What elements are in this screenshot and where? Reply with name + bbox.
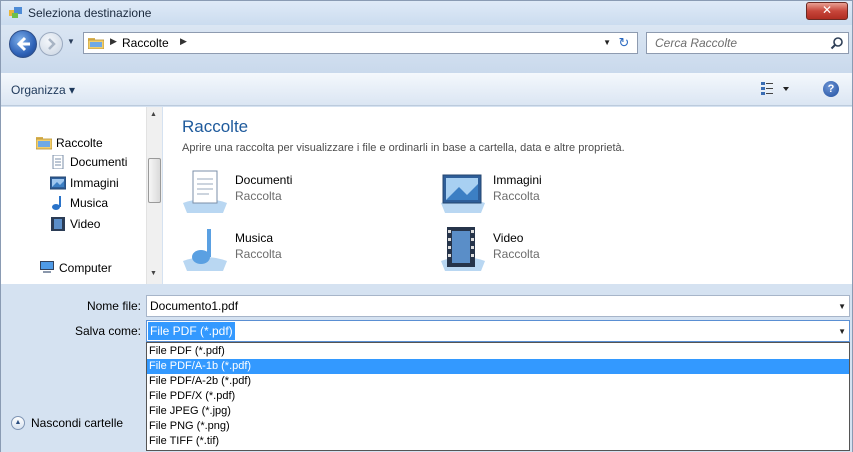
help-icon[interactable]: ? bbox=[823, 81, 839, 97]
filename-label: Nome file: bbox=[86, 299, 141, 313]
sidebar-item-label: Musica bbox=[70, 196, 109, 210]
video-icon bbox=[51, 217, 65, 231]
library-folder-icon bbox=[88, 38, 104, 49]
filename-value: Documento1.pdf bbox=[150, 299, 239, 313]
dropdown-option[interactable]: File JPEG (*.jpg) bbox=[147, 404, 849, 419]
navigation-pane: Raccolte Documenti Immagini Musica Video… bbox=[1, 107, 162, 284]
sidebar-item-musica[interactable]: Musica bbox=[50, 194, 108, 212]
library-type: Raccolta bbox=[493, 189, 540, 203]
collapse-up-icon: ▲ bbox=[11, 416, 25, 430]
dropdown-option-selected[interactable]: File PDF/A-1b (*.pdf) bbox=[147, 359, 849, 374]
dropdown-option[interactable]: File PDF/X (*.pdf) bbox=[147, 389, 849, 404]
savetype-dropdown-icon[interactable]: ▼ bbox=[838, 327, 846, 336]
hide-folders-label: Nascondi cartelle bbox=[31, 416, 124, 430]
dropdown-option[interactable]: File PDF (*.pdf) bbox=[147, 344, 849, 359]
close-button[interactable]: ✕ bbox=[806, 2, 848, 20]
address-bar[interactable]: ▶ Raccolte ▶ ▼ ↻ bbox=[83, 32, 638, 54]
sidebar-item-label: Documenti bbox=[70, 155, 128, 169]
search-icon[interactable] bbox=[830, 36, 844, 50]
library-type: Raccolta bbox=[235, 189, 282, 203]
hide-folders-button[interactable]: ▲ Nascondi cartelle bbox=[11, 416, 123, 430]
documents-library-icon bbox=[183, 170, 227, 213]
title-bar: Seleziona destinazione ✕ bbox=[1, 1, 852, 25]
library-name: Documenti bbox=[235, 173, 293, 187]
back-arrow-icon bbox=[16, 36, 30, 52]
dropdown-option[interactable]: File PDF/A-2b (*.pdf) bbox=[147, 374, 849, 389]
sidebar-item-video[interactable]: Video bbox=[50, 215, 100, 233]
video-library-icon bbox=[441, 227, 485, 271]
forward-arrow-icon bbox=[48, 38, 56, 50]
recent-pages-dropdown-icon[interactable]: ▼ bbox=[67, 37, 75, 46]
breadcrumb-raccolte[interactable]: Raccolte bbox=[122, 36, 169, 50]
search-input[interactable]: Cerca Raccolte bbox=[646, 32, 849, 54]
library-type: Raccolta bbox=[493, 247, 540, 261]
address-dropdown-icon[interactable]: ▼ bbox=[603, 38, 611, 47]
sidebar-scrollbar[interactable]: ▲ ▼ bbox=[146, 107, 162, 284]
search-placeholder: Cerca Raccolte bbox=[655, 36, 738, 50]
breadcrumb-separator-icon[interactable]: ▶ bbox=[180, 36, 187, 47]
breadcrumb-separator-icon[interactable]: ▶ bbox=[110, 36, 117, 47]
scroll-up-icon[interactable]: ▲ bbox=[150, 111, 157, 118]
save-dialog-window: Seleziona destinazione ✕ ▼ ▶ Raccolte ▶ bbox=[0, 0, 853, 452]
app-icon bbox=[9, 7, 22, 18]
forward-button[interactable] bbox=[39, 32, 63, 56]
library-name: Video bbox=[493, 231, 524, 245]
sidebar-item-computer[interactable]: Computer bbox=[39, 259, 112, 277]
library-item-musica[interactable]: Musica Raccolta bbox=[181, 225, 391, 273]
savetype-dropdown-list: File PDF (*.pdf) File PDF/A-1b (*.pdf) F… bbox=[146, 342, 850, 451]
computer-icon bbox=[40, 261, 54, 273]
scrollbar-thumb[interactable] bbox=[148, 158, 161, 203]
scroll-down-icon[interactable]: ▼ bbox=[150, 270, 157, 277]
refresh-icon[interactable]: ↻ bbox=[615, 35, 633, 51]
organize-menu-button[interactable]: Organizza ▾ bbox=[11, 83, 75, 97]
change-view-button[interactable] bbox=[761, 81, 793, 97]
back-button[interactable] bbox=[9, 30, 37, 58]
library-item-video[interactable]: Video Raccolta bbox=[439, 225, 649, 273]
library-item-documenti[interactable]: Documenti Raccolta bbox=[181, 167, 391, 215]
sidebar-item-label: Computer bbox=[59, 261, 112, 275]
page-title: Raccolte bbox=[182, 117, 249, 136]
navigation-bar: ▼ ▶ Raccolte ▶ ▼ ↻ Cerca Raccolte bbox=[1, 25, 852, 73]
page-description: Aprire una raccolta per visualizzare i f… bbox=[182, 142, 625, 154]
sidebar-item-documenti[interactable]: Documenti bbox=[50, 153, 127, 171]
dropdown-option[interactable]: File TIFF (*.tif) bbox=[147, 434, 849, 449]
view-options-icon bbox=[761, 82, 789, 95]
library-name: Musica bbox=[235, 231, 274, 245]
pictures-library-icon bbox=[441, 174, 485, 213]
music-library-icon bbox=[183, 229, 227, 271]
library-name: Immagini bbox=[493, 173, 542, 187]
dropdown-option[interactable]: File PNG (*.png) bbox=[147, 419, 849, 434]
sidebar-item-label: Raccolte bbox=[56, 136, 103, 150]
window-title: Seleziona destinazione bbox=[28, 6, 152, 20]
command-toolbar: Organizza ▾ ? bbox=[1, 73, 852, 106]
pictures-icon bbox=[50, 176, 66, 190]
sidebar-item-raccolte[interactable]: Raccolte bbox=[36, 134, 103, 152]
filename-field[interactable]: Documento1.pdf ▼ bbox=[146, 295, 850, 317]
library-icon bbox=[36, 137, 52, 150]
sidebar-item-label: Immagini bbox=[70, 176, 119, 190]
filename-dropdown-icon[interactable]: ▼ bbox=[838, 302, 846, 311]
savetype-select[interactable]: File PDF (*.pdf) ▼ bbox=[146, 320, 850, 342]
sidebar-item-label: Video bbox=[70, 217, 101, 231]
sidebar-item-immagini[interactable]: Immagini bbox=[50, 174, 119, 192]
library-type: Raccolta bbox=[235, 247, 282, 261]
documents-icon bbox=[52, 155, 64, 169]
content-pane: Raccolte Aprire una raccolta per visuali… bbox=[163, 107, 852, 284]
savetype-value: File PDF (*.pdf) bbox=[148, 322, 235, 340]
savetype-label: Salva come: bbox=[74, 324, 141, 338]
library-item-immagini[interactable]: Immagini Raccolta bbox=[439, 167, 649, 215]
music-icon bbox=[52, 196, 61, 210]
